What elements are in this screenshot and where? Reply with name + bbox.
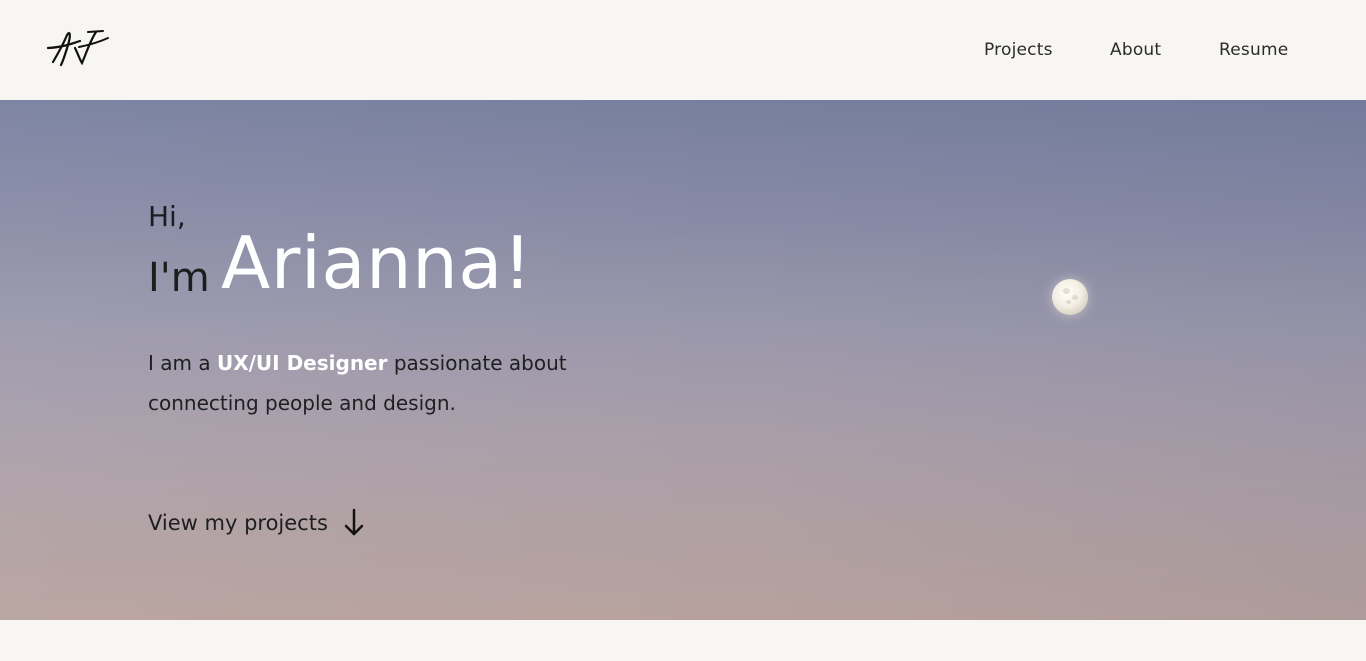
moon-crater bbox=[1072, 295, 1078, 300]
arrow-down-icon bbox=[342, 507, 366, 539]
description-prefix: I am a bbox=[148, 351, 211, 375]
view-projects-button[interactable]: View my projects bbox=[148, 507, 366, 539]
hero-description: I am a UX/UI Designer passionate about c… bbox=[148, 343, 648, 423]
moon-crater bbox=[1066, 300, 1071, 304]
hero-name: Arianna! bbox=[221, 221, 533, 305]
page-bottom bbox=[0, 620, 1366, 661]
designer-role: UX/UI Designer bbox=[216, 351, 388, 375]
hero-im-text: I'm bbox=[148, 255, 210, 301]
nav-link-about[interactable]: About bbox=[1110, 38, 1161, 62]
moon-crater bbox=[1063, 288, 1070, 294]
hero-greeting: Hi, bbox=[148, 200, 186, 233]
moon-image bbox=[1052, 279, 1088, 315]
site-header: Projects About Resume bbox=[0, 0, 1366, 100]
hero-section: Hi, I'm Arianna! I am a UX/UI Designer p… bbox=[0, 100, 1366, 620]
primary-navigation: Projects About Resume bbox=[0, 38, 1366, 62]
nav-link-projects[interactable]: Projects bbox=[984, 38, 1053, 62]
view-projects-label: View my projects bbox=[148, 511, 328, 535]
nav-link-resume[interactable]: Resume bbox=[1219, 38, 1288, 62]
